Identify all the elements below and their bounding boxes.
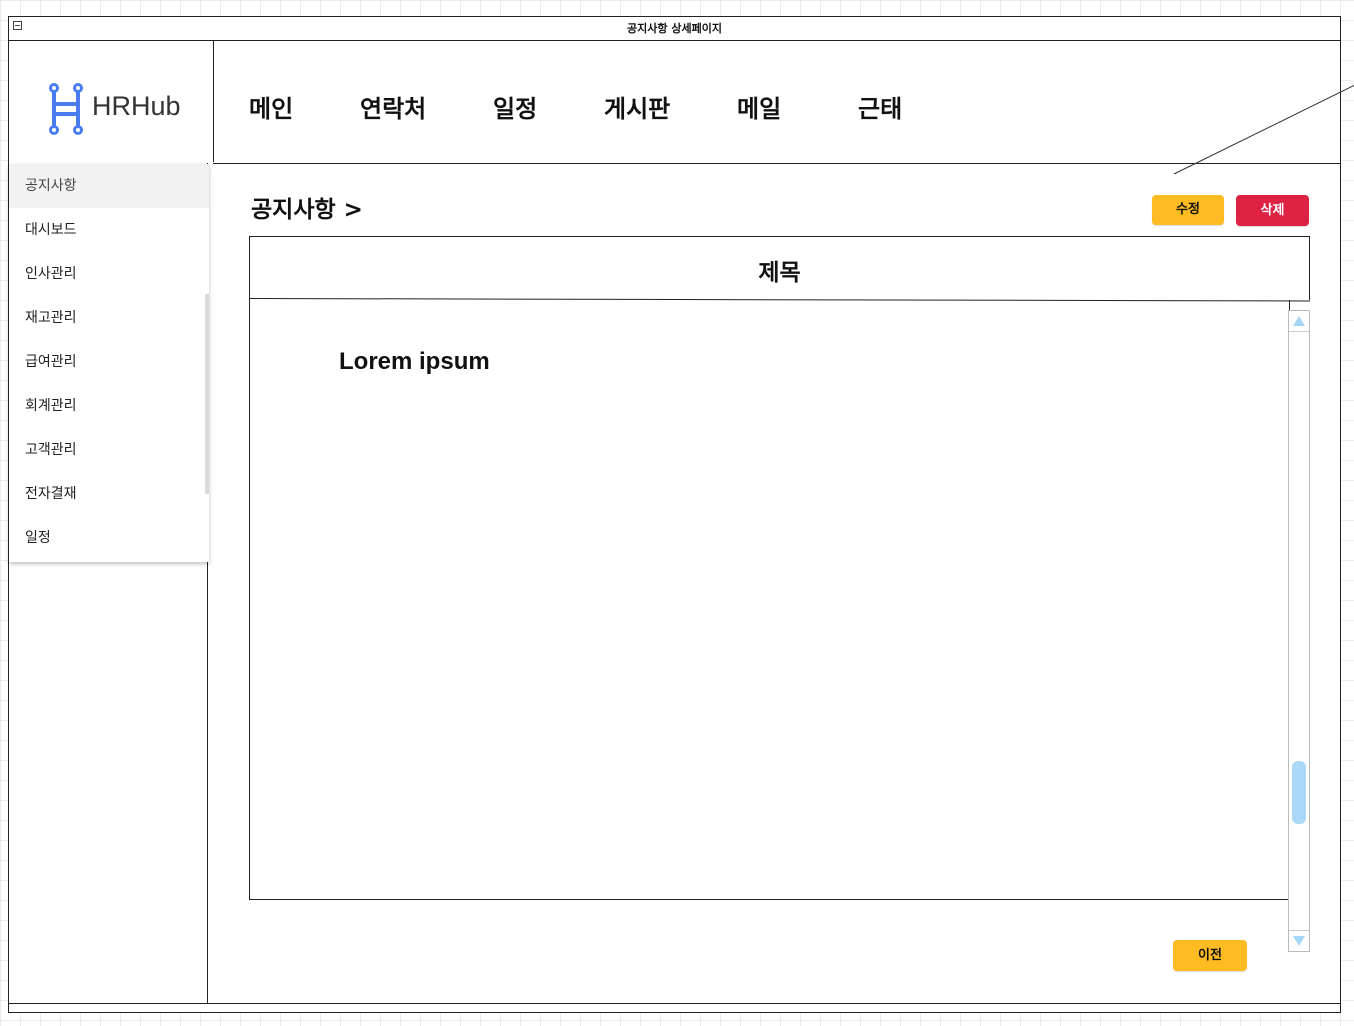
- breadcrumb[interactable]: 공지사항 >: [251, 190, 363, 224]
- nav-item-mail[interactable]: 메일: [737, 89, 781, 124]
- post-content-box: Lorem ipsum: [249, 300, 1290, 900]
- brand-logo[interactable]: HRHub: [45, 83, 225, 135]
- sidebar-item-accounting[interactable]: 회계관리: [9, 384, 209, 428]
- nav-item-board[interactable]: 게시판: [604, 89, 670, 124]
- sidebar-item-dashboard[interactable]: 대시보드: [9, 208, 209, 252]
- nav-item-schedule[interactable]: 일정: [493, 89, 537, 124]
- scroll-thumb[interactable]: [1292, 761, 1306, 824]
- wireframe-window: 공지사항 상세페이지 HRHub 메인 연락처 일정 게시판 메일 근태 공지사…: [8, 16, 1354, 1013]
- delete-button[interactable]: 삭제: [1236, 195, 1309, 226]
- content-scrollbar[interactable]: [1288, 310, 1310, 952]
- hrhub-logo-icon: [49, 83, 83, 135]
- nav-item-attendance[interactable]: 근태: [858, 89, 902, 124]
- sidebar-item-customers[interactable]: 고객관리: [9, 428, 209, 472]
- nav-item-contacts[interactable]: 연락처: [360, 89, 426, 124]
- nav-item-main[interactable]: 메인: [249, 89, 293, 124]
- header-divider: [213, 41, 214, 162]
- scroll-up-icon[interactable]: [1289, 311, 1309, 332]
- prev-button[interactable]: 이전: [1173, 940, 1247, 971]
- nav-divider: [213, 163, 1341, 164]
- post-body: Lorem ipsum: [339, 348, 490, 375]
- annotation-connector: [1173, 84, 1354, 175]
- scroll-down-icon[interactable]: [1289, 930, 1309, 951]
- sidebar-item-hr[interactable]: 인사관리: [9, 252, 209, 296]
- sidebar-item-inventory[interactable]: 재고관리: [9, 296, 209, 340]
- sidebar-item-payroll[interactable]: 급여관리: [9, 340, 209, 384]
- sidebar-item-schedule[interactable]: 일정: [9, 516, 209, 560]
- window-title: 공지사항 상세페이지: [627, 22, 722, 35]
- post-title-box: 제목: [249, 236, 1310, 300]
- window-titlebar: 공지사항 상세페이지: [9, 17, 1340, 41]
- sidebar-menu: 공지사항 대시보드 인사관리 재고관리 급여관리 회계관리 고객관리 전자결재 …: [9, 164, 209, 562]
- sidebar-item-approval[interactable]: 전자결재: [9, 472, 209, 516]
- brand-name: HRHub: [92, 91, 181, 121]
- post-title: 제목: [758, 260, 801, 286]
- sidebar-item-notice[interactable]: 공지사항: [9, 164, 209, 208]
- footer-divider: [9, 1003, 1340, 1004]
- edit-button[interactable]: 수정: [1152, 195, 1224, 225]
- sidebar-scrollbar[interactable]: [205, 294, 209, 494]
